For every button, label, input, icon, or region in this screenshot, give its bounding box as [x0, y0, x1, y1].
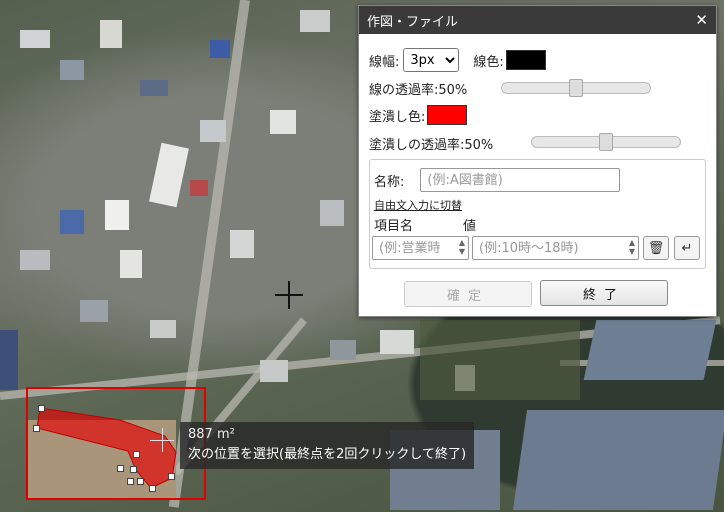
- item-name-field: ▲▼: [372, 236, 469, 260]
- value-input[interactable]: [472, 236, 639, 260]
- polygon-vertex-handle[interactable]: [137, 478, 144, 485]
- line-width-select[interactable]: 3px: [403, 48, 460, 72]
- free-text-link[interactable]: 自由文入力に切替: [374, 197, 462, 213]
- name-row: 名称:: [374, 168, 621, 192]
- delete-row-button[interactable]: 🗑: [643, 236, 669, 260]
- slider-knob[interactable]: [599, 133, 613, 151]
- line-opacity-label: 線の透過率:50%: [369, 83, 468, 98]
- slider-knob[interactable]: [569, 79, 583, 97]
- enter-icon: ↵: [681, 240, 693, 256]
- add-row-button[interactable]: ↵: [674, 236, 700, 260]
- polygon-vertex-handle[interactable]: [117, 465, 124, 472]
- polygon-vertex-handle[interactable]: [127, 478, 134, 485]
- value-header: 値: [463, 219, 477, 234]
- drawing-dialog: 作図・ファイル ✕ 線幅: 3px 線色: 線の透過率:50% 塗潰し色: 塗潰…: [358, 5, 717, 317]
- polygon-vertex-handle[interactable]: [133, 451, 140, 458]
- fill-opacity-slider[interactable]: [531, 133, 681, 151]
- free-text-row: 自由文入力に切替: [374, 197, 462, 213]
- polygon-vertex-handle[interactable]: [33, 425, 40, 432]
- name-input[interactable]: [420, 168, 621, 192]
- fill-opacity-row: 塗潰しの透過率:50%: [369, 134, 493, 153]
- line-color-swatch[interactable]: [505, 50, 546, 70]
- attribute-header-row: 項目名 値: [374, 215, 476, 234]
- value-field: ▲▼: [472, 236, 639, 260]
- measure-tooltip: 887 m² 次の位置を選択(最終点を2回クリックして終了): [180, 422, 475, 469]
- dialog-titlebar[interactable]: 作図・ファイル ✕: [359, 6, 716, 34]
- finish-button[interactable]: 終了: [540, 280, 668, 306]
- close-icon[interactable]: ✕: [695, 11, 708, 29]
- cursor-plus-icon: [150, 440, 174, 441]
- confirm-button[interactable]: 確定: [404, 281, 532, 307]
- polygon-vertex-handle[interactable]: [38, 405, 45, 412]
- line-opacity-row: 線の透過率:50%: [369, 79, 467, 98]
- fill-color-row: 塗潰し色:: [369, 105, 468, 125]
- line-color-label: 線色:: [473, 54, 504, 70]
- fill-color-label: 塗潰し色:: [369, 109, 426, 125]
- line-style-row: 線幅: 3px 線色:: [369, 48, 546, 72]
- polygon-vertex-handle[interactable]: [130, 466, 137, 473]
- line-opacity-slider[interactable]: [501, 79, 651, 97]
- trash-icon: 🗑: [647, 240, 665, 256]
- instruction-text: 次の位置を選択(最終点を2回クリックして終了): [188, 447, 467, 462]
- name-label: 名称:: [374, 174, 405, 190]
- polygon-vertex-handle[interactable]: [149, 485, 156, 492]
- dialog-title: 作図・ファイル: [367, 14, 459, 30]
- fill-color-swatch[interactable]: [427, 105, 468, 125]
- attributes-panel: 名称: 自由文入力に切替 項目名 値 ▲▼ ▲▼ 🗑 ↵: [369, 159, 706, 269]
- polygon-vertex-handle[interactable]: [168, 473, 175, 480]
- item-name-header: 項目名: [374, 219, 414, 234]
- item-name-input[interactable]: [372, 236, 469, 260]
- line-width-label: 線幅:: [369, 54, 400, 70]
- spinner-arrows-icon[interactable]: ▲ ▼: [457, 238, 467, 256]
- fill-opacity-label: 塗潰しの透過率:50%: [369, 138, 494, 153]
- area-readout: 887 m²: [188, 427, 235, 442]
- spinner-arrows-icon[interactable]: ▲ ▼: [627, 238, 637, 256]
